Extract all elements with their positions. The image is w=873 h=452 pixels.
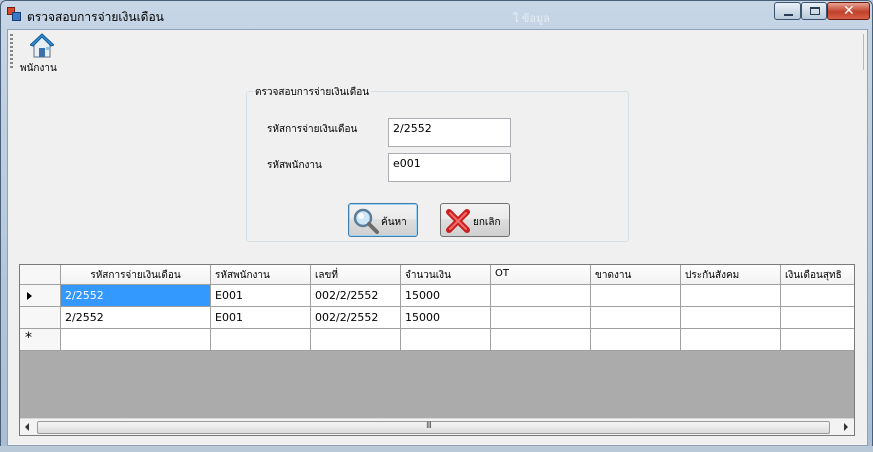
toolbar-separator	[863, 34, 864, 70]
column-header-employee-id[interactable]: รหัสพนักงาน	[211, 265, 311, 285]
horizontal-scrollbar[interactable]: III	[20, 418, 854, 435]
cell-social-security[interactable]	[681, 329, 781, 351]
magnifier-icon	[353, 208, 379, 234]
toolbar-grip[interactable]	[10, 34, 13, 70]
main-window: ตรวจสอบการจ่ายเงินเดือน ใ ข้อมูล ✕ พนักง…	[0, 0, 873, 452]
column-header-amount[interactable]: จำนวนเงิน	[401, 265, 491, 285]
window-bottom-border	[0, 446, 873, 452]
title-bar[interactable]: ตรวจสอบการจ่ายเงินเดือน ใ ข้อมูล ✕	[1, 1, 872, 29]
maximize-icon	[810, 7, 820, 15]
cell-absence[interactable]	[591, 285, 681, 307]
cell-number[interactable]	[311, 329, 401, 351]
cell-absence[interactable]	[591, 329, 681, 351]
payment-id-input[interactable]: 2/2552	[388, 118, 511, 147]
cell-employee-id[interactable]	[211, 329, 311, 351]
row-header[interactable]: *	[20, 329, 61, 351]
scrollbar-grip: III	[426, 421, 432, 431]
home-icon	[30, 33, 54, 58]
minimize-button[interactable]	[774, 2, 801, 20]
close-icon: ✕	[843, 3, 855, 19]
cell-ot[interactable]	[491, 285, 591, 307]
new-row[interactable]: *	[20, 329, 854, 351]
client-area: พนักงาน ตรวจสอบการจ่ายเงินเดือน รหัสการจ…	[7, 29, 868, 446]
column-header-social-security[interactable]: ประกันสังคม	[681, 265, 781, 285]
cell-amount[interactable]: 15000	[401, 285, 491, 307]
cancel-button-label: ยกเลิก	[473, 217, 501, 228]
cancel-button[interactable]: ยกเลิก	[440, 203, 510, 237]
column-header-absence[interactable]: ขาดงาน	[591, 265, 681, 285]
window-title: ตรวจสอบการจ่ายเงินเดือน	[27, 10, 164, 24]
search-groupbox-title: ตรวจสอบการจ่ายเงินเดือน	[253, 85, 372, 100]
cell-payment-id[interactable]: 2/2552	[61, 285, 211, 307]
cell-net-salary[interactable]	[781, 329, 854, 351]
cell-ot[interactable]	[491, 329, 591, 351]
search-button-label: ค้นหา	[381, 217, 407, 228]
grid-corner-header[interactable]	[20, 265, 61, 285]
grid-header-row: รหัสการจ่ายเงินเดือน รหัสพนักงาน เลขที่ …	[20, 265, 854, 285]
column-header-payment-id[interactable]: รหัสการจ่ายเงินเดือน	[61, 265, 211, 285]
title-ghost-text: ใ ข้อมูล	[513, 12, 550, 25]
cell-payment-id[interactable]	[61, 329, 211, 351]
new-row-star-icon: *	[25, 330, 32, 346]
cell-amount[interactable]: 15000	[401, 307, 491, 329]
minimize-icon	[784, 14, 793, 16]
employee-id-input[interactable]: e001	[388, 153, 511, 182]
cell-social-security[interactable]	[681, 285, 781, 307]
column-header-number[interactable]: เลขที่	[311, 265, 401, 285]
cell-social-security[interactable]	[681, 307, 781, 329]
table-row[interactable]: 2/2552 E001 002/2/2552 15000	[20, 307, 854, 329]
employee-toolbar-label: พนักงาน	[20, 63, 57, 74]
cell-ot[interactable]	[491, 307, 591, 329]
close-button[interactable]: ✕	[827, 2, 870, 20]
scroll-left-icon[interactable]	[25, 423, 29, 431]
cell-payment-id[interactable]: 2/2552	[61, 307, 211, 329]
payment-datagrid[interactable]: รหัสการจ่ายเงินเดือน รหัสพนักงาน เลขที่ …	[19, 264, 855, 436]
employee-toolbar-button[interactable]: พนักงาน	[16, 31, 68, 74]
table-row[interactable]: 2/2552 E001 002/2/2552 15000	[20, 285, 854, 307]
maximize-button[interactable]	[801, 2, 827, 20]
red-x-icon	[446, 209, 470, 233]
employee-id-label: รหัสพนักงาน	[267, 160, 322, 171]
toolbar: พนักงาน	[8, 30, 867, 74]
column-header-ot[interactable]: OT	[491, 265, 591, 285]
app-icon[interactable]	[7, 7, 21, 21]
row-header[interactable]	[20, 285, 61, 307]
scrollbar-thumb[interactable]: III	[37, 421, 830, 434]
cell-number[interactable]: 002/2/2552	[311, 307, 401, 329]
payment-id-label: รหัสการจ่ายเงินเดือน	[267, 124, 358, 135]
cell-employee-id[interactable]: E001	[211, 307, 311, 329]
row-header[interactable]	[20, 307, 61, 329]
column-header-net-salary[interactable]: เงินเดือนสุทธิ	[781, 265, 854, 285]
cell-net-salary[interactable]	[781, 307, 854, 329]
search-button[interactable]: ค้นหา	[348, 203, 418, 237]
cell-number[interactable]: 002/2/2552	[311, 285, 401, 307]
cell-employee-id[interactable]: E001	[211, 285, 311, 307]
cell-absence[interactable]	[591, 307, 681, 329]
cell-amount[interactable]	[401, 329, 491, 351]
scroll-right-icon[interactable]	[844, 423, 848, 431]
current-row-arrow-icon	[27, 292, 32, 300]
cell-net-salary[interactable]	[781, 285, 854, 307]
